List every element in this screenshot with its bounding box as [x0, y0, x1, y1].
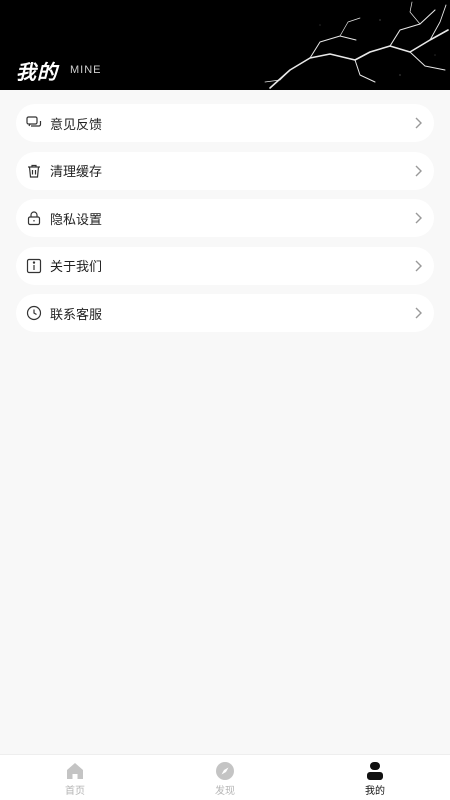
menu-item-about[interactable]: 关于我们	[16, 246, 434, 285]
settings-menu: 意见反馈 清理缓存 隐私设置 关于我们 联系客服	[16, 104, 434, 342]
menu-item-label: 隐私设置	[50, 212, 103, 228]
home-icon	[67, 762, 83, 779]
menu-item-privacy[interactable]: 隐私设置	[16, 199, 434, 237]
info-icon	[26, 258, 42, 274]
chevron-right-icon	[415, 117, 422, 129]
menu-item-label: 关于我们	[50, 260, 103, 275]
clock-service-icon	[26, 305, 42, 321]
menu-item-clear-cache[interactable]: 清理缓存	[16, 151, 434, 190]
chevron-right-icon	[415, 212, 422, 224]
tab-label: 发现	[215, 785, 235, 797]
bottom-tab-bar: 首页 发现 我的	[0, 754, 450, 800]
chevron-right-icon	[415, 307, 422, 319]
menu-item-label: 清理缓存	[50, 165, 103, 180]
lock-icon	[26, 210, 42, 226]
tab-home[interactable]: 首页	[0, 755, 150, 800]
tab-label: 我的	[365, 785, 385, 797]
lightning-decoration	[264, 1, 449, 89]
user-icon	[367, 761, 383, 780]
tab-discover[interactable]: 发现	[150, 755, 300, 800]
tab-mine[interactable]: 我的	[300, 755, 450, 800]
menu-item-label: 意见反馈	[50, 117, 103, 133]
page-subtitle: MINE	[70, 64, 102, 76]
menu-item-label: 联系客服	[50, 307, 103, 323]
header: 我的 MINE	[0, 0, 450, 90]
chat-feedback-icon	[26, 115, 42, 131]
compass-icon	[216, 761, 234, 780]
menu-item-feedback[interactable]: 意见反馈	[16, 104, 434, 142]
chevron-right-icon	[415, 260, 422, 271]
chevron-right-icon	[415, 165, 422, 176]
tab-label: 首页	[65, 785, 85, 797]
menu-item-contact-service[interactable]: 联系客服	[16, 294, 434, 332]
trash-icon	[26, 163, 42, 179]
page-title: 我的	[16, 60, 58, 84]
page: 我的 MINE 意见反馈 清理缓存 隐私设置 关于我们 联系客服 首页 发现 我…	[0, 0, 450, 800]
